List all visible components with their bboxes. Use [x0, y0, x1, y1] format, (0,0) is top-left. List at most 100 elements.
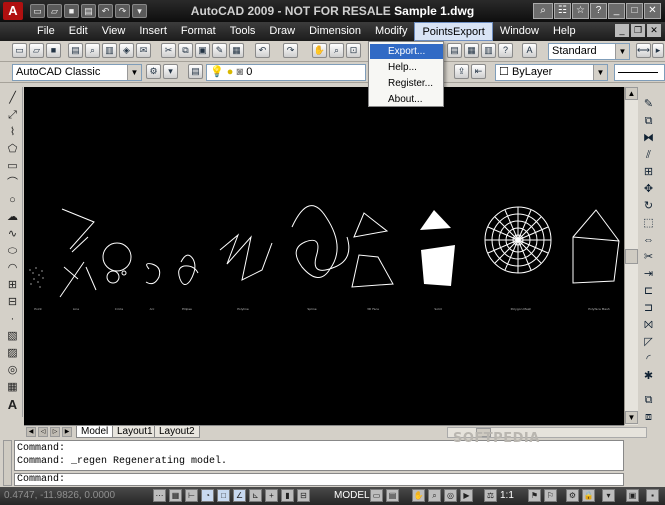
- clean-screen-icon[interactable]: ▣: [626, 489, 639, 502]
- menu-modify[interactable]: Modify: [368, 22, 414, 41]
- menu-edit[interactable]: Edit: [62, 22, 95, 41]
- communication-center-icon[interactable]: ☷: [554, 3, 571, 19]
- last-tab-icon[interactable]: ▶: [62, 427, 72, 437]
- cut-icon[interactable]: ✂: [161, 43, 176, 58]
- vertical-scrollbar[interactable]: ▲ ▼: [624, 87, 638, 425]
- tool-palettes-icon[interactable]: ▥: [481, 43, 496, 58]
- trim-icon[interactable]: ✂: [641, 250, 656, 265]
- extend-icon[interactable]: ⇥: [641, 267, 656, 282]
- array-icon[interactable]: ⊞: [641, 165, 656, 180]
- workspace-switch-icon[interactable]: ⚙: [566, 489, 579, 502]
- pan-icon[interactable]: ✋: [312, 43, 327, 58]
- erase-icon[interactable]: ✎: [641, 97, 656, 112]
- tab-layout2[interactable]: Layout2: [154, 426, 200, 438]
- plot-preview-icon[interactable]: ⌕: [85, 43, 100, 58]
- stretch-icon[interactable]: ⇔: [641, 233, 656, 248]
- move-icon[interactable]: ✥: [641, 182, 656, 197]
- open-file-icon[interactable]: ▱: [29, 43, 44, 58]
- 3d-dwf-icon[interactable]: ◈: [119, 43, 134, 58]
- bring-to-front-icon[interactable]: ⧈: [641, 410, 656, 425]
- point-tool-icon[interactable]: ·: [5, 312, 20, 327]
- qa-dropdown-icon[interactable]: ▾: [132, 4, 147, 18]
- ellipse-tool-icon[interactable]: ⬭: [5, 244, 20, 259]
- mtext-tool-icon[interactable]: A: [5, 397, 20, 412]
- join-icon[interactable]: ⨝: [641, 318, 656, 333]
- fillet-icon[interactable]: ◜: [641, 352, 656, 367]
- design-center-icon[interactable]: ▦: [464, 43, 479, 58]
- line-tool-icon[interactable]: ╱: [5, 91, 20, 106]
- menu-help[interactable]: Help: [546, 22, 583, 41]
- command-window-grip[interactable]: [3, 440, 12, 486]
- tab-model[interactable]: Model: [76, 426, 114, 438]
- lock-ui-icon[interactable]: 🔒: [582, 489, 595, 502]
- autoscale-icon[interactable]: ⚐: [544, 489, 557, 502]
- insert-block-icon[interactable]: ⊞: [5, 278, 20, 293]
- quickview-icon[interactable]: ▤: [386, 489, 399, 502]
- layer-previous-icon[interactable]: ⇤: [471, 64, 486, 79]
- draw-order-icon[interactable]: ⧉: [641, 393, 656, 408]
- redo-icon[interactable]: ↷: [115, 4, 130, 18]
- otrack-icon[interactable]: ∠: [233, 489, 246, 502]
- doc-close-icon[interactable]: ✕: [647, 24, 661, 37]
- polar-icon[interactable]: ◔: [201, 489, 214, 502]
- menu-pointsexport[interactable]: PointsExport: [414, 22, 493, 41]
- dyn-icon[interactable]: +: [265, 489, 278, 502]
- text-style-combo[interactable]: Standard ▼: [548, 43, 630, 60]
- favorites-icon[interactable]: ☆: [572, 3, 589, 19]
- help-toolbar-icon[interactable]: ?: [498, 43, 513, 58]
- next-tab-icon[interactable]: ▷: [50, 427, 60, 437]
- doc-restore-icon[interactable]: ❐: [631, 24, 645, 37]
- break-at-point-icon[interactable]: ⊏: [641, 284, 656, 299]
- menu-tools[interactable]: Tools: [223, 22, 263, 41]
- linetype-combo[interactable]: [614, 64, 665, 81]
- close-icon[interactable]: ✕: [644, 3, 661, 19]
- layer-combo[interactable]: 💡 ● ◙ 0: [206, 64, 366, 81]
- menu-item-about[interactable]: About...: [370, 92, 443, 107]
- table-tool-icon[interactable]: ▦: [5, 380, 20, 395]
- annotation-visibility-icon[interactable]: ⚑: [528, 489, 541, 502]
- print-icon[interactable]: ▤: [81, 4, 96, 18]
- hatch-tool-icon[interactable]: ▧: [5, 329, 20, 344]
- color-combo[interactable]: ☐ ByLayer ▼: [495, 64, 608, 81]
- showmotion-icon[interactable]: ▶: [460, 489, 473, 502]
- break-icon[interactable]: ⊐: [641, 301, 656, 316]
- status-tray-settings-icon[interactable]: ▾: [602, 489, 615, 502]
- save-file-icon[interactable]: ■: [46, 43, 61, 58]
- osnap-icon[interactable]: □: [217, 489, 230, 502]
- gradient-tool-icon[interactable]: ▨: [5, 346, 20, 361]
- quick-properties-icon[interactable]: ⊟: [297, 489, 310, 502]
- chamfer-icon[interactable]: ◸: [641, 335, 656, 350]
- dim-style-icon[interactable]: ⟷: [636, 43, 651, 58]
- workspace-menu-icon[interactable]: ▾: [163, 64, 178, 79]
- chevron-down-icon[interactable]: ▼: [593, 65, 607, 80]
- polygon-tool-icon[interactable]: ⬠: [5, 142, 20, 157]
- tab-layout1[interactable]: Layout1: [112, 426, 158, 438]
- new-icon[interactable]: ▭: [30, 4, 45, 18]
- status-menu-icon[interactable]: ▪: [646, 489, 659, 502]
- prev-tab-icon[interactable]: ◁: [38, 427, 48, 437]
- save-icon[interactable]: ■: [64, 4, 79, 18]
- chevron-down-icon[interactable]: ▼: [127, 65, 141, 80]
- ellipse-arc-icon[interactable]: ◠: [5, 261, 20, 276]
- app-menu-button[interactable]: A: [3, 2, 23, 20]
- revision-cloud-icon[interactable]: ☁: [5, 210, 20, 225]
- match-properties-icon[interactable]: ✎: [212, 43, 227, 58]
- undo-toolbar-icon[interactable]: ↶: [255, 43, 270, 58]
- annotation-scale-value[interactable]: 1:1: [500, 489, 514, 502]
- search-icon[interactable]: ⌕: [533, 3, 553, 19]
- steeringwheel-icon[interactable]: ◎: [444, 489, 457, 502]
- menu-window[interactable]: Window: [493, 22, 546, 41]
- layer-properties-icon[interactable]: ▤: [188, 64, 203, 79]
- help-icon[interactable]: ?: [590, 3, 607, 19]
- copy-object-icon[interactable]: ⧉: [641, 114, 656, 129]
- make-current-layer-icon[interactable]: ⇪: [454, 64, 469, 79]
- menu-file[interactable]: File: [30, 22, 62, 41]
- scroll-down-icon[interactable]: ▼: [625, 411, 638, 424]
- menu-item-help[interactable]: Help...: [370, 60, 443, 75]
- menu-draw[interactable]: Draw: [262, 22, 302, 41]
- plot-icon[interactable]: ▤: [68, 43, 83, 58]
- menu-view[interactable]: View: [95, 22, 133, 41]
- scroll-up-icon[interactable]: ▲: [625, 87, 638, 100]
- properties-icon[interactable]: ▤: [447, 43, 462, 58]
- layout-icon[interactable]: ▭: [370, 489, 383, 502]
